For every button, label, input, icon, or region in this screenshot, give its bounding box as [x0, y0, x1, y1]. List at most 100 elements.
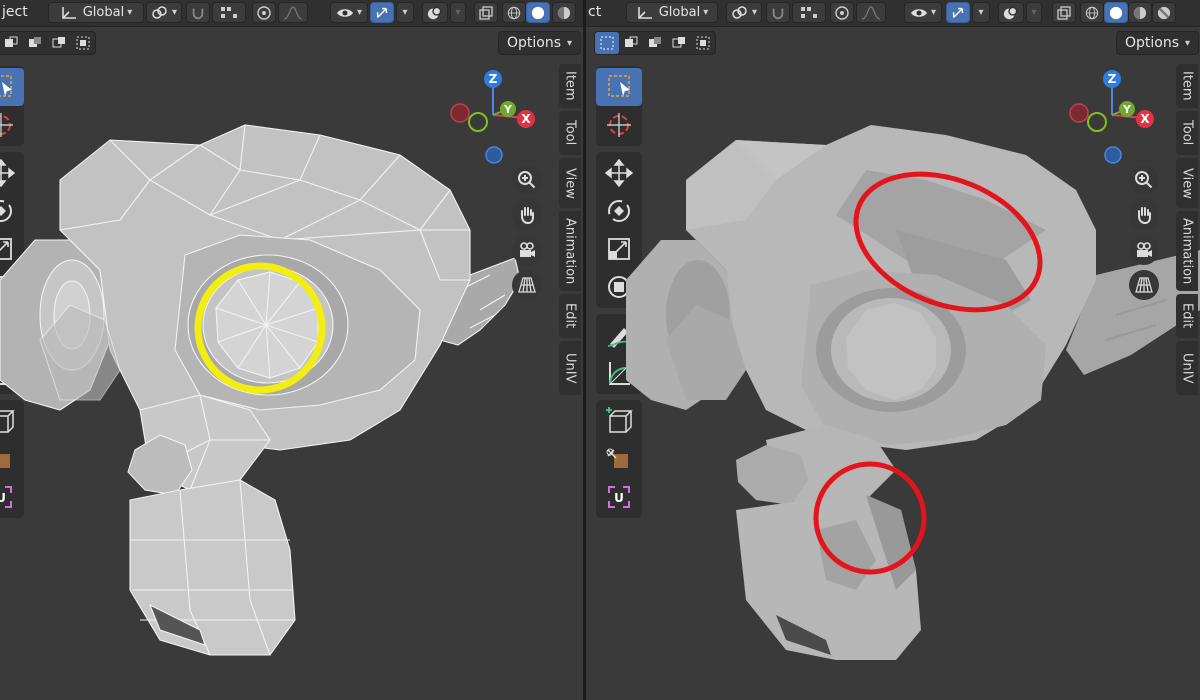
- select-box-tool[interactable]: [596, 68, 642, 106]
- transform-orientation-dropdown[interactable]: Global ▾: [626, 2, 718, 23]
- tab-item[interactable]: Item: [1176, 64, 1198, 108]
- select-subtract-icon[interactable]: [47, 32, 71, 54]
- neg-z-axis-icon[interactable]: [1104, 146, 1122, 164]
- x-axis-label: X: [521, 112, 531, 126]
- neg-x-axis-icon[interactable]: [1069, 103, 1089, 123]
- left-viewport[interactable]: ject Global ▾ ▾ ▾ ▾ ▾ Options ▾ U Z Y X …: [0, 0, 583, 700]
- camera-view-button[interactable]: [1129, 235, 1159, 265]
- proportional-edit-toggle[interactable]: [830, 2, 854, 23]
- overlays-dropdown[interactable]: ▾: [450, 2, 466, 23]
- z-axis-button[interactable]: Z: [484, 70, 502, 88]
- material-shading-button[interactable]: [1128, 2, 1152, 23]
- neg-y-axis-icon[interactable]: [1087, 112, 1107, 132]
- select-extend-icon[interactable]: [23, 32, 47, 54]
- eye-icon: [336, 8, 353, 17]
- link-icon: [152, 5, 167, 19]
- options-dropdown[interactable]: Options ▾: [1116, 31, 1200, 55]
- tab-edit[interactable]: Edit: [1176, 294, 1198, 338]
- select-subtract-icon[interactable]: [643, 32, 667, 54]
- snap-target-dropdown[interactable]: [792, 2, 826, 23]
- transform-orientation-dropdown[interactable]: Global ▾: [48, 2, 144, 23]
- solid-shading-button[interactable]: [1104, 2, 1128, 23]
- tab-tool[interactable]: Tool: [1176, 111, 1198, 155]
- select-extend-icon[interactable]: [619, 32, 643, 54]
- visibility-dropdown[interactable]: ▾: [330, 2, 368, 23]
- gizmo-toggle[interactable]: [946, 2, 970, 23]
- z-axis-button[interactable]: Z: [1103, 70, 1121, 88]
- right-viewport[interactable]: ct Global ▾ ▾ ▾ ▾ ▾ Options ▾ U Z Y X It…: [586, 0, 1200, 700]
- axis-navigation-gizmo[interactable]: Z Y X: [1064, 67, 1164, 167]
- snap-toggle[interactable]: [186, 2, 210, 23]
- proportional-edit-toggle[interactable]: [252, 2, 276, 23]
- overlays-toggle[interactable]: [422, 2, 448, 23]
- falloff-dropdown[interactable]: [278, 2, 308, 23]
- snap-toggle[interactable]: [766, 2, 790, 23]
- tab-view[interactable]: View: [1176, 158, 1198, 208]
- pivot-point-dropdown[interactable]: ▾: [146, 2, 182, 23]
- overlays-toggle[interactable]: [998, 2, 1024, 23]
- visibility-dropdown[interactable]: ▾: [904, 2, 942, 23]
- zoom-icon: [518, 171, 536, 189]
- wireframe-sphere-icon: [507, 6, 521, 19]
- solid-shading-button[interactable]: [526, 2, 550, 23]
- x-axis-button[interactable]: X: [1136, 110, 1154, 128]
- neg-x-axis-icon[interactable]: [450, 103, 470, 123]
- select-box-tool[interactable]: [0, 68, 24, 106]
- gizmo-dropdown[interactable]: ▾: [972, 2, 990, 23]
- gizmo-dropdown[interactable]: ▾: [396, 2, 414, 23]
- tab-label: Animation: [1179, 217, 1195, 285]
- select-invert-icon[interactable]: [667, 32, 691, 54]
- chevron-down-icon: ▾: [1185, 37, 1191, 49]
- wireframe-shading-button[interactable]: [502, 2, 526, 23]
- gizmo-icon: [952, 7, 964, 18]
- tab-animation[interactable]: Animation: [559, 211, 581, 291]
- options-dropdown[interactable]: Options ▾: [498, 31, 582, 55]
- tab-univ[interactable]: UnIV: [559, 341, 581, 395]
- zoom-button[interactable]: [1129, 165, 1159, 195]
- pan-button[interactable]: [1129, 200, 1159, 230]
- falloff-dropdown[interactable]: [856, 2, 886, 23]
- perspective-toggle-button[interactable]: [1129, 270, 1159, 300]
- select-intersect-icon[interactable]: [71, 32, 95, 54]
- zoom-button[interactable]: [512, 165, 542, 195]
- tab-label: View: [1179, 167, 1195, 199]
- tab-tool[interactable]: Tool: [559, 111, 581, 155]
- select-intersect-icon[interactable]: [691, 32, 715, 54]
- tab-item[interactable]: Item: [559, 64, 581, 108]
- material-shading-button[interactable]: [552, 2, 576, 23]
- gizmo-toggle[interactable]: [370, 2, 394, 23]
- object-mode-label[interactable]: ct: [588, 4, 601, 20]
- neg-z-axis-icon[interactable]: [485, 146, 503, 164]
- perspective-toggle-button[interactable]: [512, 270, 542, 300]
- rendered-shading-button[interactable]: [1152, 2, 1176, 23]
- tab-view[interactable]: View: [559, 158, 581, 208]
- xray-toggle[interactable]: [1052, 2, 1076, 23]
- y-axis-button[interactable]: Y: [1119, 101, 1135, 117]
- grid-icon: [1135, 277, 1153, 293]
- pan-button[interactable]: [512, 200, 542, 230]
- neg-y-axis-icon[interactable]: [468, 112, 488, 132]
- camera-view-button[interactable]: [512, 235, 542, 265]
- overlays-dropdown[interactable]: ▾: [1026, 2, 1042, 23]
- tab-label: View: [562, 167, 578, 199]
- y-axis-button[interactable]: Y: [500, 101, 516, 117]
- select-new-icon[interactable]: [595, 32, 619, 54]
- suzanne-mesh-smooth[interactable]: [626, 110, 1200, 670]
- tab-animation[interactable]: Animation: [1176, 211, 1198, 291]
- snap-target-dropdown[interactable]: [212, 2, 246, 23]
- eye-icon: [910, 8, 927, 17]
- object-mode-label[interactable]: ject: [2, 4, 28, 20]
- tab-label: Tool: [562, 120, 578, 146]
- y-axis-label: Y: [503, 103, 513, 116]
- suzanne-mesh-flat-edges[interactable]: [0, 110, 520, 670]
- axis-navigation-gizmo[interactable]: Z Y X: [445, 67, 545, 167]
- select-new-icon[interactable]: [0, 32, 23, 54]
- xray-toggle[interactable]: [474, 2, 498, 23]
- xray-icon: [1057, 5, 1071, 20]
- tab-univ[interactable]: UnIV: [1176, 341, 1198, 395]
- x-axis-button[interactable]: X: [517, 110, 535, 128]
- wireframe-shading-button[interactable]: [1080, 2, 1104, 23]
- tab-label: Tool: [1179, 120, 1195, 146]
- pivot-point-dropdown[interactable]: ▾: [726, 2, 762, 23]
- tab-edit[interactable]: Edit: [559, 294, 581, 338]
